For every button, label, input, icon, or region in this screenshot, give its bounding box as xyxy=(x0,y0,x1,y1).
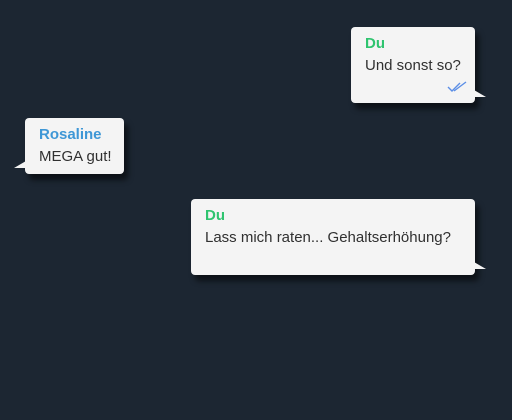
message-sender: Du xyxy=(365,35,385,52)
message-text: Lass mich raten... Gehaltserhöhung? xyxy=(205,229,451,246)
message-sender: Rosaline xyxy=(39,126,102,143)
message-bubble-outgoing[interactable]: Du Lass mich raten... Gehaltserhöhung? xyxy=(191,199,486,275)
bubble-tail xyxy=(14,161,26,168)
bubble-tail xyxy=(474,262,486,269)
double-check-icon xyxy=(447,81,467,92)
bubble-tail xyxy=(474,90,486,97)
message-bubble-outgoing[interactable]: Du Und sonst so? xyxy=(351,27,486,103)
message-sender: Du xyxy=(205,207,225,224)
message-text: MEGA gut! xyxy=(39,148,112,165)
message-bubble-incoming[interactable]: Rosaline MEGA gut! xyxy=(14,118,124,174)
chat-area: Du Und sonst so? Rosaline MEGA gut! Du L… xyxy=(0,0,512,420)
message-text: Und sonst so? xyxy=(365,57,461,74)
